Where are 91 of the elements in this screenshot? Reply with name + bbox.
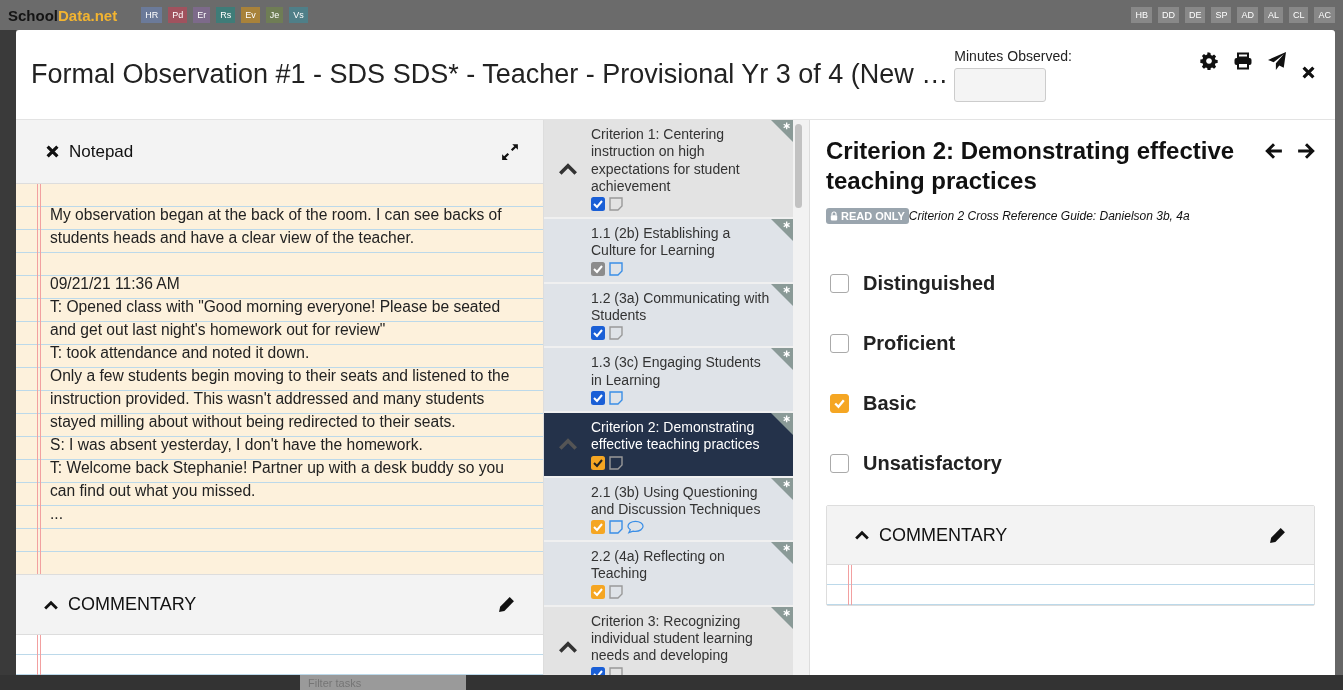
note-paragraph: 09/21/21 11:36 AM	[50, 274, 181, 294]
nav-tag[interactable]: CL	[1288, 7, 1309, 23]
nav-tag[interactable]: Er	[193, 7, 211, 23]
note-icon[interactable]	[609, 455, 623, 470]
note-paragraph: S: I was absent yesterday, I don't have the homework.	[50, 435, 424, 455]
note-paragraph: Only a few students begin moving to their seats and listened to the instruction provided. This wasn't addressed and many students stayed milling about without being redirected to their seats.	[50, 366, 511, 432]
criterion-item[interactable]: 1.1 (2b) Establishing a Culture for Learning	[544, 219, 793, 284]
nav-tag[interactable]: AC	[1314, 7, 1335, 23]
rating-checkbox[interactable]	[830, 334, 849, 353]
nav-tag[interactable]: Rs	[216, 7, 236, 23]
comment-icon[interactable]	[627, 520, 644, 535]
minutes-label: Minutes Observed:	[954, 48, 1072, 64]
criterion-title: Criterion 1: Centering instruction on high expectations for student achievement	[591, 126, 741, 196]
note-paragraph: T: Opened class with "Good morning everyone! Please be seated and get out last night's homework out for review"	[50, 297, 502, 340]
minutes-field[interactable]	[954, 68, 1047, 102]
criterion-item[interactable]: Criterion 2: Demonstrating effective teaching practices	[544, 412, 793, 478]
criterion-title: 1.3 (3c) Engaging Students in Learning	[591, 354, 762, 389]
corner-flag-icon	[771, 412, 793, 435]
corner-flag-icon	[771, 542, 793, 565]
print-icon[interactable]	[1234, 52, 1252, 70]
chevron-up-icon[interactable]	[44, 599, 58, 610]
send-icon[interactable]	[1268, 52, 1286, 70]
nav-tag[interactable]: Ev	[241, 7, 260, 23]
note-paragraph: ...	[50, 504, 64, 524]
rating-checkbox[interactable]	[830, 394, 849, 413]
nav-tag[interactable]: Vs	[289, 7, 308, 23]
nav-tag[interactable]: HB	[1131, 7, 1152, 23]
rating-label: Unsatisfactory	[863, 452, 1002, 475]
logo: SchoolData.net	[8, 6, 118, 24]
note-paragraph: T: took attendance and noted it down.	[50, 343, 311, 363]
chevron-up-icon[interactable]	[855, 530, 869, 540]
corner-flag-icon	[771, 283, 793, 306]
pencil-icon[interactable]	[1269, 526, 1286, 544]
note-icon[interactable]	[609, 584, 623, 599]
note-icon[interactable]	[609, 197, 623, 212]
corner-flag-icon	[771, 219, 793, 242]
criterion-item[interactable]: 1.2 (3a) Communicating with Students	[544, 283, 793, 349]
nav-tag[interactable]: Pd	[168, 7, 188, 23]
criterion-title: Criterion 2: Demonstrating effective teaching practices	[591, 418, 761, 454]
notepad-area[interactable]	[16, 184, 543, 574]
note-icon[interactable]	[609, 520, 623, 535]
pencil-icon[interactable]	[498, 596, 515, 613]
corner-flag-icon	[771, 606, 793, 629]
rating-label: Distinguished	[863, 272, 996, 295]
corner-flag-icon	[771, 348, 793, 371]
rating-checkbox[interactable]	[830, 454, 849, 473]
note-paragraph: My observation began at the back of the room. I can see backs of students heads and have a clear view of the teacher.	[50, 205, 503, 248]
modal-title: Formal Observation #1 - SDS SDS* - Teacher - Provisional Yr 3 of 4 (New …	[31, 59, 949, 90]
criterion-title: 1.1 (2b) Establishing a Culture for Learning	[591, 225, 732, 260]
rating-label: Proficient	[863, 332, 956, 355]
commentary-title: COMMENTARY	[68, 594, 197, 615]
notepad-title: Notepad	[69, 141, 134, 162]
nav-tag[interactable]: DE	[1184, 7, 1206, 23]
criterion-item[interactable]: 1.3 (3c) Engaging Students in Learning	[544, 348, 793, 413]
read-only-badge: READ ONLY	[826, 208, 909, 224]
scrollbar[interactable]	[795, 124, 802, 208]
criterion-title: Criterion 3: Recognizing individual student learning needs and developing	[591, 612, 754, 665]
criterion-item[interactable]: 2.1 (3b) Using Questioning and Discussion Techniques	[544, 477, 793, 543]
rating-label: Basic	[863, 392, 917, 415]
nav-tag[interactable]: DD	[1157, 7, 1179, 23]
criterion-title: 1.2 (3a) Communicating with Students	[591, 289, 770, 325]
criterion-title: 2.2 (4a) Reflecting on Teaching	[591, 548, 726, 583]
commentary-title: COMMENTARY	[879, 524, 1008, 546]
corner-flag-icon	[771, 120, 793, 142]
nav-tag[interactable]: AL	[1263, 7, 1283, 23]
note-icon[interactable]	[609, 390, 623, 405]
close-icon[interactable]	[46, 145, 59, 158]
nav-tag[interactable]: SP	[1211, 7, 1232, 23]
criterion-item[interactable]: Criterion 1: Centering instruction on high expectations for student achievement	[544, 120, 793, 220]
criterion-item[interactable]: 2.2 (4a) Reflecting on Teaching	[544, 542, 793, 607]
nav-tag[interactable]: HR	[141, 7, 163, 23]
commentary-field[interactable]	[16, 635, 543, 675]
lock-icon	[830, 211, 838, 221]
criterion-heading: Criterion 2: Demonstrating effective teaching practices	[826, 136, 1236, 196]
cross-reference-text: Criterion 2 Cross Reference Guide: Danielson 3b, 4a	[908, 209, 1190, 223]
expand-icon[interactable]	[501, 142, 519, 161]
close-icon[interactable]	[1302, 66, 1315, 79]
note-icon[interactable]	[609, 261, 623, 276]
arrow-left-icon[interactable]	[1265, 142, 1283, 160]
chevron-up-icon[interactable]	[558, 162, 577, 175]
nav-tag[interactable]: AD	[1237, 7, 1258, 23]
note-paragraph: T: Welcome back Stephanie! Partner up with a desk buddy so you can find out what you missed.	[50, 458, 505, 501]
rating-checkbox[interactable]	[830, 274, 849, 293]
arrow-right-icon[interactable]	[1297, 142, 1315, 160]
criterion-title: 2.1 (3b) Using Questioning and Discussion Techniques	[591, 483, 762, 519]
note-icon[interactable]	[609, 326, 623, 341]
commentary-field[interactable]	[827, 565, 1314, 605]
settings-icon[interactable]	[1200, 52, 1218, 70]
corner-flag-icon	[771, 477, 793, 500]
chevron-up-icon[interactable]	[558, 640, 577, 653]
nav-tag[interactable]: Je	[265, 7, 284, 23]
